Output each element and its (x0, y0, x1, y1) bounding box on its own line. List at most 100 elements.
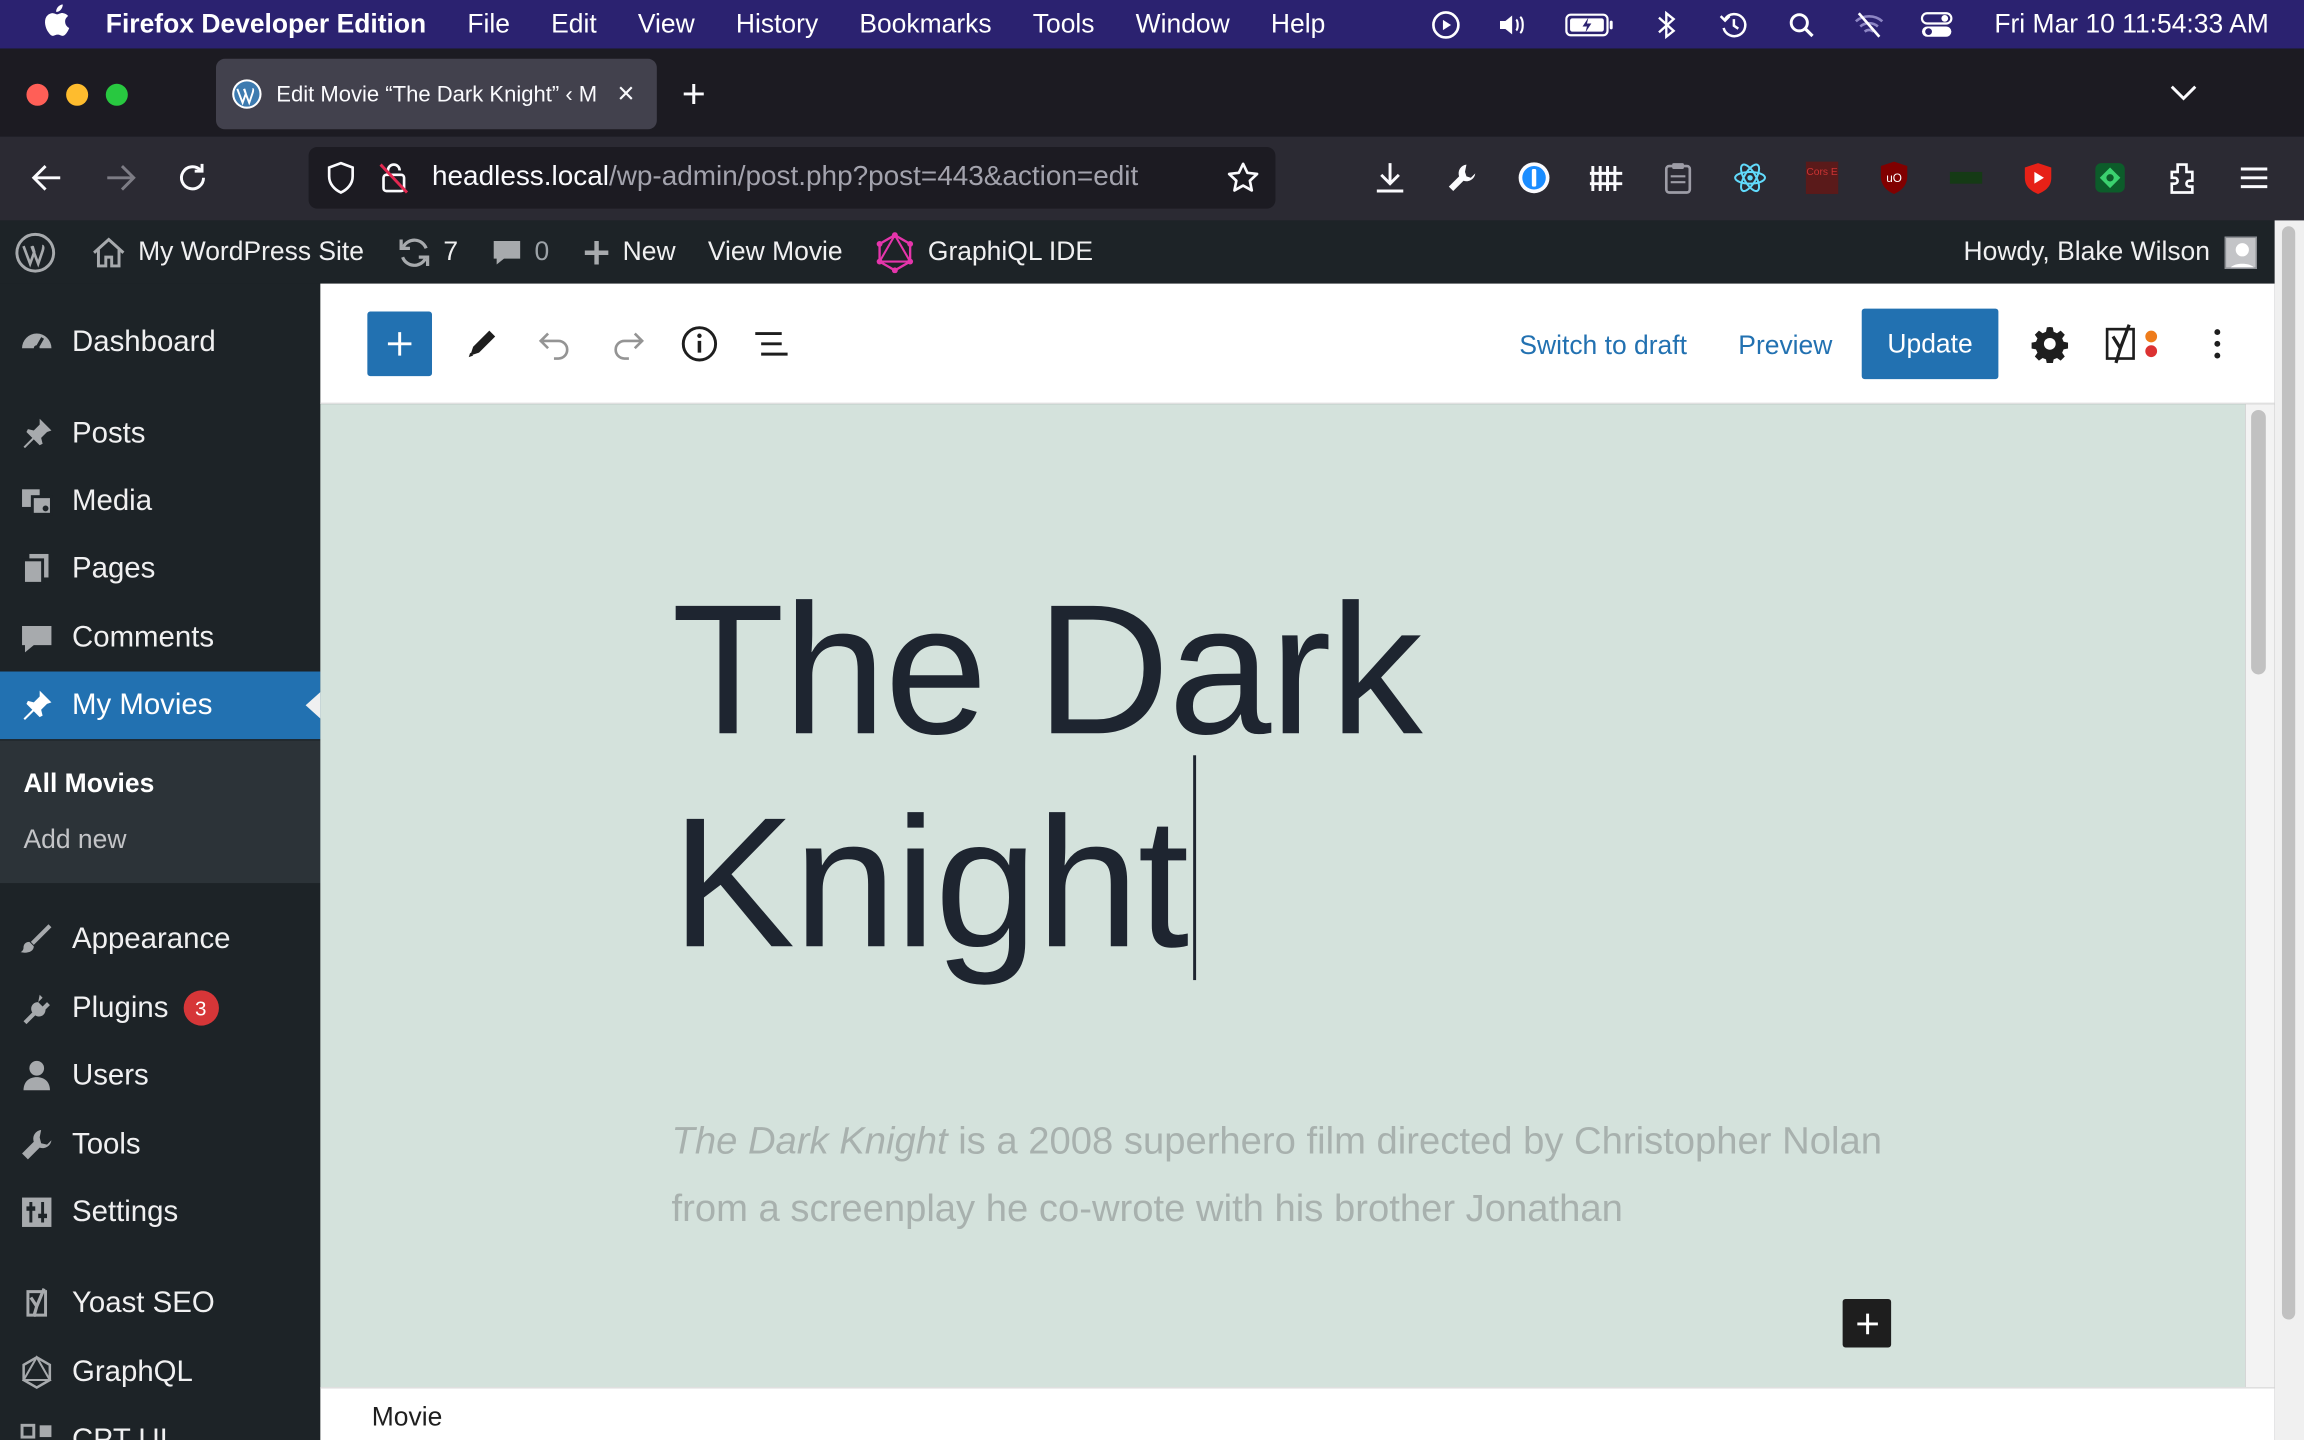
youtube-extension-icon[interactable] (2020, 157, 2055, 198)
updates-link[interactable]: 7 (396, 236, 458, 268)
menu-help[interactable]: Help (1271, 9, 1325, 40)
preview-button[interactable]: Preview (1738, 316, 1832, 375)
cors-extension-icon[interactable]: Cors E (1804, 157, 1839, 198)
menu-view[interactable]: View (638, 9, 695, 40)
extensions-icon[interactable] (2164, 157, 2199, 198)
menu-window[interactable]: Window (1136, 9, 1230, 40)
site-name-link[interactable]: My WordPress Site (91, 236, 364, 268)
bluetooth-icon[interactable] (1651, 10, 1683, 39)
inline-block-inserter-button[interactable] (1842, 1298, 1892, 1348)
paragraph-block[interactable]: The Dark Knight is a 2008 superhero film… (672, 1106, 1892, 1241)
media-icon (18, 482, 56, 520)
settings-button[interactable] (2017, 312, 2082, 377)
update-button[interactable]: Update (1861, 308, 1999, 380)
sidebar-item-comments[interactable]: Comments (0, 604, 320, 672)
menubar-app-name[interactable]: Firefox Developer Edition (106, 9, 426, 40)
forward-arrow-icon[interactable] (100, 157, 141, 198)
sidebar-item-my-movies[interactable]: My Movies (0, 671, 321, 740)
yoast-seo-button[interactable] (2101, 312, 2166, 377)
wifi-off-icon[interactable] (1853, 11, 1885, 37)
sidebar-item-graphql[interactable]: GraphQL (0, 1339, 320, 1407)
block-inserter-button[interactable] (367, 311, 433, 377)
sidebar-item-settings[interactable]: Settings (0, 1178, 320, 1246)
clipboard-icon[interactable] (1660, 157, 1695, 198)
spotlight-icon[interactable] (1786, 11, 1818, 37)
bookmark-star-icon[interactable] (1225, 160, 1260, 195)
sidebar-item-appearance[interactable]: Appearance (0, 905, 320, 973)
sidebar-item-users[interactable]: Users (0, 1042, 320, 1110)
redo-button[interactable] (595, 312, 660, 377)
yoast-icon (2105, 324, 2158, 364)
sidebar-item-pages[interactable]: Pages (0, 535, 320, 603)
green-extension-icon[interactable] (2092, 157, 2127, 198)
sidebar-item-plugins[interactable]: Plugins 3 (0, 974, 320, 1042)
submenu-add-new[interactable]: Add new (24, 824, 127, 855)
sidebar-item-media[interactable]: Media (0, 467, 320, 535)
post-title-field[interactable]: The Dark Knight (672, 563, 1612, 989)
edit-tools-button[interactable] (450, 312, 515, 377)
play-circle-icon[interactable] (1430, 10, 1462, 39)
time-machine-icon[interactable] (1718, 11, 1750, 37)
menu-bookmarks[interactable]: Bookmarks (859, 9, 991, 40)
page-scrollbar[interactable] (2274, 220, 2304, 1440)
control-center-icon[interactable] (1921, 11, 1953, 37)
graphiql-ide-link[interactable]: GraphiQL IDE (875, 231, 1093, 273)
back-arrow-icon[interactable] (26, 157, 67, 198)
insecure-lock-icon[interactable] (376, 160, 411, 195)
user-icon (18, 1056, 56, 1094)
sidebar-item-yoast-seo[interactable]: Yoast SEO (0, 1270, 320, 1338)
undo-button[interactable] (523, 312, 588, 377)
editor-scrollbar[interactable] (2245, 404, 2275, 1388)
battery-icon[interactable] (1565, 11, 1615, 37)
extension-icon[interactable] (1948, 157, 1983, 198)
new-tab-button[interactable]: + (682, 73, 706, 114)
wrench-icon[interactable] (1444, 157, 1479, 198)
menubar-clock[interactable]: Fri Mar 10 11:54:33 AM (1994, 9, 2268, 40)
tracking-protection-shield-icon[interactable] (323, 160, 358, 195)
details-button[interactable] (667, 312, 732, 377)
url-bar[interactable]: headless.local/wp-admin/post.php?post=44… (308, 146, 1276, 209)
editor-scrollbar-thumb[interactable] (2251, 409, 2266, 675)
comments-link[interactable]: 0 (490, 236, 549, 268)
window-close-button[interactable] (26, 83, 49, 106)
react-devtools-icon[interactable] (1732, 157, 1767, 198)
sidebar-item-tools[interactable]: Tools (0, 1111, 320, 1179)
tab-close-icon[interactable]: × (610, 77, 642, 111)
hamburger-menu-icon[interactable] (2236, 157, 2271, 198)
url-text[interactable]: headless.local/wp-admin/post.php?post=44… (432, 162, 1138, 194)
block-breadcrumb[interactable]: Movie (372, 1402, 443, 1433)
browser-tab-active[interactable]: Edit Movie “The Dark Knight” ‹ M × (216, 58, 657, 130)
sidebar-item-label: Appearance (72, 922, 231, 955)
switch-to-draft-button[interactable]: Switch to draft (1519, 316, 1687, 375)
library-icon[interactable] (1588, 157, 1623, 198)
editor-canvas[interactable]: The Dark Knight The Dark Knight is a 200… (320, 404, 2246, 1388)
onepassword-icon[interactable] (1516, 157, 1551, 198)
menu-tools[interactable]: Tools (1033, 9, 1095, 40)
page-scrollbar-thumb[interactable] (2281, 226, 2296, 1320)
menu-file[interactable]: File (467, 9, 510, 40)
menu-edit[interactable]: Edit (551, 9, 597, 40)
volume-icon[interactable] (1498, 11, 1530, 37)
menu-history[interactable]: History (736, 9, 818, 40)
reload-icon[interactable] (172, 157, 213, 198)
wp-admin-bar: My WordPress Site 7 0 New View Movie Gra… (0, 220, 2275, 284)
home-icon (93, 236, 125, 267)
window-minimize-button[interactable] (66, 83, 89, 106)
sidebar-item-cpt-ui[interactable]: CPT UI (0, 1406, 320, 1440)
new-content-link[interactable]: New (581, 237, 676, 268)
options-menu-button[interactable] (2185, 312, 2250, 377)
sidebar-item-label: My Movies (72, 688, 213, 721)
account-menu[interactable]: Howdy, Blake Wilson (1964, 220, 2257, 283)
view-movie-link[interactable]: View Movie (708, 237, 843, 268)
downloads-icon[interactable] (1372, 157, 1407, 198)
window-zoom-button[interactable] (105, 83, 128, 106)
submenu-all-movies[interactable]: All Movies (24, 768, 155, 799)
sidebar-item-dashboard[interactable]: Dashboard (0, 309, 320, 377)
sidebar-item-label: Users (72, 1058, 149, 1092)
apple-logo-icon[interactable] (38, 3, 73, 45)
wordpress-logo-icon[interactable] (15, 231, 56, 272)
ublock-icon[interactable]: uO (1876, 157, 1911, 198)
document-overview-button[interactable] (739, 312, 804, 377)
list-all-tabs-icon[interactable] (2166, 78, 2201, 107)
sidebar-item-posts[interactable]: Posts (0, 400, 320, 468)
